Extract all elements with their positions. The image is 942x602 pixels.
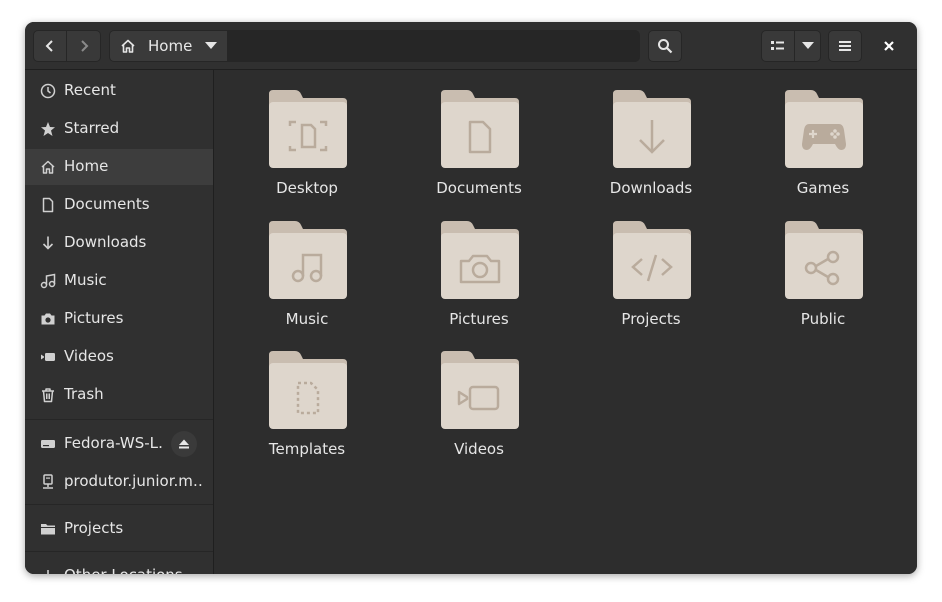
folder-label: Projects (621, 310, 681, 328)
folder-item-documents[interactable]: Documents (404, 90, 554, 205)
view-options-button[interactable] (795, 30, 821, 62)
close-button[interactable] (877, 34, 901, 58)
sidebar-item-home[interactable]: Home (25, 149, 213, 185)
drive-icon (41, 440, 55, 448)
document-icon (42, 197, 54, 213)
sidebar-item-label: Starred (64, 119, 120, 137)
home-icon (121, 39, 135, 53)
sidebar-item-other-locations[interactable]: Other Locations (25, 558, 213, 574)
video-icon (41, 353, 55, 361)
sidebar-item-videos[interactable]: Videos (25, 339, 213, 375)
camera-icon (41, 313, 55, 325)
search-button[interactable] (648, 30, 682, 62)
folder-label: Documents (436, 179, 522, 197)
recent-icon (40, 83, 56, 99)
path-bar[interactable]: Home (109, 30, 640, 62)
folder-icon (785, 90, 863, 168)
go-next-icon (80, 40, 88, 52)
open-menu-icon (839, 41, 851, 51)
folder-item-public[interactable]: Public (748, 221, 898, 336)
sidebar-item-label: Trash (64, 385, 104, 403)
sidebar-item-projects[interactable]: Projects (25, 511, 213, 547)
sidebar-separator (25, 419, 213, 420)
folder-icon (441, 351, 519, 429)
pan-down-icon (801, 42, 814, 49)
network-drive-icon (43, 474, 53, 489)
plus-icon (47, 570, 49, 574)
sidebar-item-documents[interactable]: Documents (25, 187, 213, 223)
go-previous-icon (45, 40, 53, 52)
folder-icon (785, 221, 863, 299)
folder-label: Downloads (609, 179, 693, 197)
folder-item-desktop[interactable]: Desktop (232, 90, 382, 205)
folder-item-pictures[interactable]: Pictures (404, 221, 554, 336)
sidebar: Recent Starred Home Documents Downloads … (25, 70, 214, 574)
sidebar-item-music[interactable]: Music (25, 263, 213, 299)
folder-item-videos[interactable]: Videos (404, 351, 554, 466)
sidebar-item-label: Downloads (64, 233, 147, 251)
forward-button[interactable] (67, 30, 101, 62)
folder-label: Public (800, 310, 846, 328)
folder-item-games[interactable]: Games (748, 90, 898, 205)
eject-button[interactable] (171, 431, 197, 457)
view-list-icon (771, 41, 784, 50)
sidebar-item-label: Other Locations (64, 566, 204, 574)
download-icon (42, 236, 54, 250)
folder-label: Pictures (449, 310, 509, 328)
sidebar-item-label: Home (64, 157, 109, 175)
header-bar: Home (25, 22, 917, 70)
view-list-button[interactable] (761, 30, 795, 62)
folder-icon (269, 90, 347, 168)
sidebar-item-label: Recent (64, 81, 116, 99)
folder-icon (41, 524, 55, 535)
sidebar-item-label: Fedora-WS-L… (64, 434, 164, 452)
folder-item-downloads[interactable]: Downloads (576, 90, 726, 205)
folder-label: Games (796, 179, 850, 197)
starred-icon (41, 122, 55, 136)
sidebar-item-starred[interactable]: Starred (25, 111, 213, 147)
sidebar-item-fedora-drive[interactable]: Fedora-WS-L… (25, 426, 213, 462)
sidebar-item-label: Documents (64, 195, 150, 213)
main-menu-button[interactable] (828, 30, 862, 62)
sidebar-item-trash[interactable]: Trash (25, 377, 213, 413)
sidebar-item-network-drive[interactable]: produtor.junior.m… (25, 464, 213, 500)
folder-item-projects[interactable]: Projects (576, 221, 726, 336)
pan-down-icon[interactable] (205, 42, 217, 50)
folder-label: Music (285, 310, 329, 328)
search-icon (658, 39, 673, 54)
sidebar-item-label: Videos (64, 347, 114, 365)
sidebar-item-label: Pictures (64, 309, 124, 327)
close-icon (884, 41, 894, 51)
music-icon (40, 273, 56, 289)
path-crumb-label: Home (148, 37, 193, 55)
folder-item-templates[interactable]: Templates (232, 351, 382, 466)
sidebar-item-label: Projects (64, 519, 124, 537)
folder-label: Templates (268, 440, 346, 458)
sidebar-item-pictures[interactable]: Pictures (25, 301, 213, 337)
home-icon (41, 160, 55, 174)
folder-icon (269, 351, 347, 429)
back-button[interactable] (33, 30, 67, 62)
folder-label: Desktop (276, 179, 338, 197)
sidebar-item-label: produtor.junior.m… (64, 472, 204, 490)
folder-icon (613, 90, 691, 168)
sidebar-item-label: Music (64, 271, 107, 289)
sidebar-item-downloads[interactable]: Downloads (25, 225, 213, 261)
path-crumb-home[interactable]: Home (110, 31, 228, 61)
folder-icon (269, 221, 347, 299)
eject-icon (179, 439, 189, 449)
sidebar-item-recent[interactable]: Recent (25, 73, 213, 109)
folder-icon (613, 221, 691, 299)
folder-icon (441, 221, 519, 299)
folder-item-music[interactable]: Music (232, 221, 382, 336)
sidebar-separator (25, 504, 213, 505)
folder-icon (441, 90, 519, 168)
file-manager-window: Home Recent Starred Home Documents Downl… (25, 22, 917, 574)
sidebar-separator (25, 551, 213, 552)
trash-icon (42, 388, 54, 403)
folder-label: Videos (454, 440, 504, 458)
files-view: Desktop Documents Downloads Games Music … (214, 70, 917, 574)
